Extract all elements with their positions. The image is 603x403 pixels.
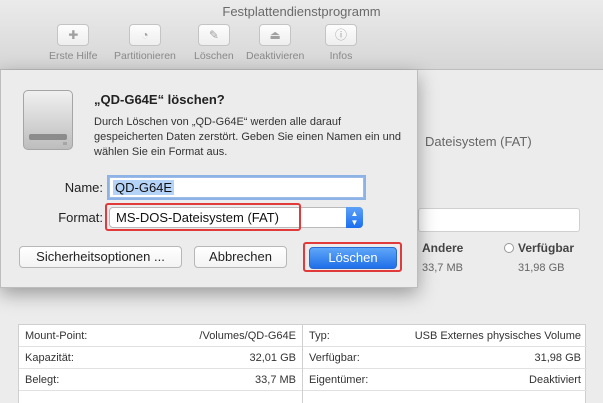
erase-highlight-box bbox=[303, 242, 402, 272]
info-column-right: Typ: USB Externes physisches Volume Verf… bbox=[303, 325, 587, 403]
table-row: Belegt: 33,7 MB bbox=[19, 369, 302, 391]
info-value: USB Externes physisches Volume bbox=[414, 330, 581, 342]
info-icon: ⓘ bbox=[325, 24, 357, 46]
info-value: 33,7 MB bbox=[255, 374, 296, 386]
disk-slot bbox=[29, 134, 67, 140]
toolbar-first-aid-label: Erste Hilfe bbox=[49, 50, 98, 62]
table-row: Kapazität: 32,01 GB bbox=[19, 347, 302, 369]
toolbar-unmount-button[interactable]: ⏏ Deaktivieren bbox=[246, 24, 304, 62]
free-legend-swatch bbox=[504, 243, 514, 253]
info-value: 32,01 GB bbox=[249, 352, 296, 364]
toolbar-info-label: Infos bbox=[329, 50, 353, 62]
free-value: 31,98 GB bbox=[518, 262, 565, 274]
toolbar-partition-label: Partitionieren bbox=[114, 50, 176, 62]
erase-icon: ✎ bbox=[197, 24, 230, 46]
format-label: Format: bbox=[58, 210, 103, 225]
cancel-button[interactable]: Abbrechen bbox=[194, 246, 287, 268]
info-value: Deaktiviert bbox=[529, 374, 581, 386]
chevron-up-down-icon: ▲ ▼ bbox=[346, 207, 363, 228]
name-input-value: QD-G64E bbox=[113, 180, 175, 195]
table-row: Verfügbar: 31,98 GB bbox=[303, 347, 587, 369]
dialog-description: Durch Löschen von „QD-G64E“ werden alle … bbox=[94, 116, 401, 158]
disk-led bbox=[63, 142, 67, 145]
toolbar-erase-button[interactable]: ✎ Löschen bbox=[194, 24, 234, 62]
toolbar-partition-button[interactable]: ◔ Partitionieren bbox=[114, 24, 176, 62]
pie-partition-icon: ◔ bbox=[128, 24, 161, 46]
toolbar-unmount-label: Deaktivieren bbox=[246, 50, 305, 62]
toolbar-first-aid-button[interactable]: ✚ Erste Hilfe bbox=[49, 24, 97, 62]
toolbar-info-button[interactable]: ⓘ Infos bbox=[325, 24, 357, 62]
erase-dialog: „QD-G64E“ löschen? Durch Löschen von „QD… bbox=[0, 70, 418, 288]
volume-info-table: Mount-Point: /Volumes/QD-G64E Kapazität:… bbox=[18, 324, 587, 403]
usage-bar bbox=[418, 208, 580, 232]
other-legend-label: Andere bbox=[422, 241, 464, 255]
info-key: Mount-Point: bbox=[25, 330, 88, 342]
disk-body bbox=[23, 90, 73, 150]
window-title: Festplattendienstprogramm bbox=[222, 4, 381, 19]
free-legend: Verfügbar bbox=[504, 241, 574, 255]
info-key: Eigentümer: bbox=[309, 374, 369, 386]
info-value: 31,98 GB bbox=[534, 352, 581, 364]
info-value: /Volumes/QD-G64E bbox=[199, 330, 296, 342]
dialog-title: „QD-G64E“ löschen? bbox=[94, 92, 225, 107]
free-legend-label: Verfügbar bbox=[518, 241, 575, 255]
name-label: Name: bbox=[64, 180, 103, 195]
other-value: 33,7 MB bbox=[422, 262, 463, 274]
table-row: Mount-Point: /Volumes/QD-G64E bbox=[19, 325, 302, 347]
name-input[interactable]: QD-G64E bbox=[109, 177, 364, 198]
info-key: Kapazität: bbox=[25, 352, 74, 364]
toolbar-erase-label: Löschen bbox=[194, 50, 234, 62]
info-key: Belegt: bbox=[25, 374, 60, 386]
security-options-button[interactable]: Sicherheitsoptionen ... bbox=[19, 246, 182, 268]
volume-filesystem-label: Dateisystem (FAT) bbox=[425, 134, 532, 149]
external-disk-icon bbox=[23, 90, 73, 150]
info-column-left: Mount-Point: /Volumes/QD-G64E Kapazität:… bbox=[19, 325, 303, 403]
info-key: Verfügbar: bbox=[309, 352, 360, 364]
format-highlight-box bbox=[105, 203, 301, 231]
table-row: Typ: USB Externes physisches Volume bbox=[303, 325, 587, 347]
info-key: Typ: bbox=[309, 330, 330, 342]
toolbar: Festplattendienstprogramm ✚ Erste Hilfe … bbox=[0, 0, 603, 70]
table-row: Eigentümer: Deaktiviert bbox=[303, 369, 587, 391]
disk-utility-window: Festplattendienstprogramm ✚ Erste Hilfe … bbox=[0, 0, 603, 403]
eject-icon: ⏏ bbox=[259, 24, 292, 46]
stethoscope-icon: ✚ bbox=[57, 24, 90, 46]
